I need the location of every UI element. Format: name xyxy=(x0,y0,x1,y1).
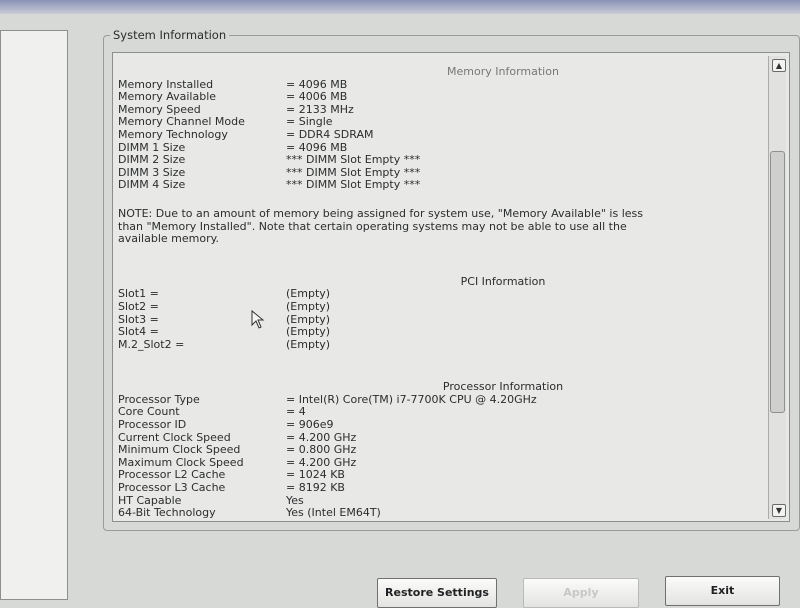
row-label: Processor L3 Cache xyxy=(118,481,226,495)
scroll-down-arrow-icon[interactable]: ▼ xyxy=(772,504,786,517)
row-label: Minimum Clock Speed xyxy=(118,443,241,457)
row-value: Yes (Intel EM64T) xyxy=(286,506,381,518)
info-content: Memory Information Memory Installed = 409… xyxy=(118,58,768,518)
scroll-thumb[interactable] xyxy=(770,151,785,413)
mouse-pointer-icon xyxy=(251,310,265,329)
row-value: (Empty) xyxy=(286,299,331,313)
row-value: = Intel(R) Core(TM) i7-7700K CPU @ 4.20G… xyxy=(286,392,537,406)
row-label: Processor ID xyxy=(118,418,187,432)
exit-button[interactable]: Exit xyxy=(665,576,780,606)
row-label: Memory Technology xyxy=(118,127,228,141)
row-value: (Empty) xyxy=(286,337,331,351)
row-value: = DDR4 SDRAM xyxy=(286,127,374,141)
row-value: = 0.800 GHz xyxy=(286,443,357,457)
row-value: = 4006 MB xyxy=(286,90,348,104)
info-row: Processor L3 Cache = 8192 KB xyxy=(118,481,768,495)
info-row: DIMM 1 Size = 4096 MB xyxy=(118,141,768,155)
info-row: Slot1 = (Empty) xyxy=(118,288,768,301)
info-row: Memory Technology = DDR4 SDRAM xyxy=(118,127,768,142)
row-value: = 8192 KB xyxy=(286,481,345,495)
info-row: Minimum Clock Speed = 0.800 GHz xyxy=(118,444,768,457)
row-label: M.2_Slot2 = xyxy=(118,337,185,351)
memory-heading: Memory Information xyxy=(447,65,559,78)
info-row: DIMM 4 Size *** DIMM Slot Empty *** xyxy=(118,179,768,192)
row-value: = 906e9 xyxy=(286,418,334,432)
row-value: *** DIMM Slot Empty *** xyxy=(286,178,421,192)
memory-note-line: NOTE: Due to an amount of memory being a… xyxy=(118,206,643,220)
memory-note-line: available memory. xyxy=(118,232,220,246)
row-label: Memory Available xyxy=(118,90,217,104)
info-row: Slot4 = (Empty) xyxy=(118,325,768,339)
info-row: 64-Bit Technology Yes (Intel EM64T) xyxy=(118,507,768,518)
menu-tree-panel[interactable] xyxy=(0,30,68,600)
row-label: DIMM 4 Size xyxy=(118,178,186,192)
row-value: (Empty) xyxy=(286,325,331,339)
info-row: Slot3 = (Empty) xyxy=(118,313,768,327)
info-row: Core Count = 4 xyxy=(118,406,768,419)
info-row: Slot2 = (Empty) xyxy=(118,299,768,314)
scroll-up-arrow-icon[interactable]: ▲ xyxy=(772,59,786,72)
restore-settings-button[interactable]: Restore Settings xyxy=(377,578,497,608)
info-row: DIMM 2 Size *** DIMM Slot Empty *** xyxy=(118,154,768,167)
info-row: Processor ID = 906e9 xyxy=(118,418,768,432)
row-label: 64-Bit Technology xyxy=(118,506,216,518)
info-row: DIMM 3 Size *** DIMM Slot Empty *** xyxy=(118,166,768,180)
row-value: *** DIMM Slot Empty *** xyxy=(286,153,421,167)
group-title: System Information xyxy=(110,28,230,42)
row-label: DIMM 2 Size xyxy=(118,153,186,167)
processor-heading: Processor Information xyxy=(442,380,564,394)
apply-button[interactable]: Apply xyxy=(523,578,639,608)
vertical-scrollbar[interactable]: ▲ ▼ xyxy=(768,56,786,519)
info-row: M.2_Slot2 = (Empty) xyxy=(118,337,768,352)
title-bar xyxy=(0,0,800,14)
info-row: Processor Type = Intel(R) Core(TM) i7-770… xyxy=(118,392,768,407)
info-row: Memory Available = 4006 MB xyxy=(118,91,768,104)
